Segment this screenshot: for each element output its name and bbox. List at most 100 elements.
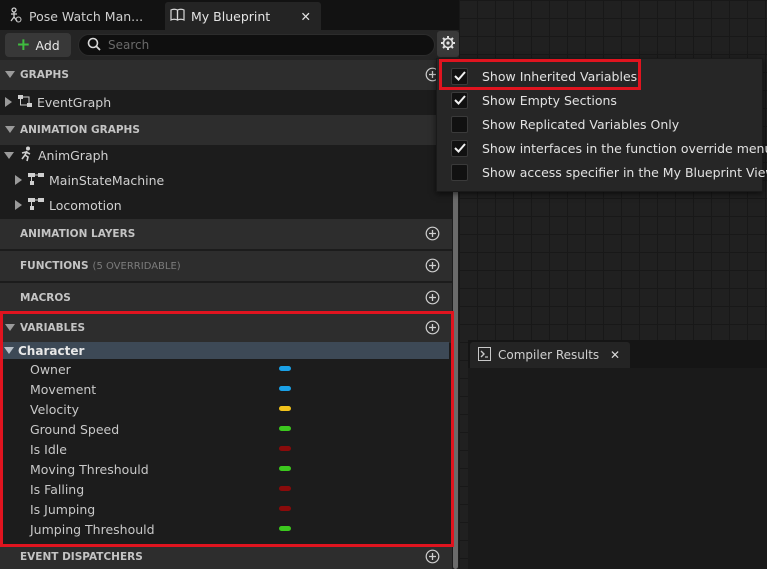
compiler-tabbar: Compiler Results ✕ [468, 340, 767, 368]
tree-item-label: EventGraph [37, 94, 112, 110]
section-label: MACROS [20, 292, 71, 304]
checkbox[interactable] [451, 164, 468, 181]
section-graphs[interactable]: GRAPHS [0, 60, 452, 90]
checkbox[interactable] [451, 92, 468, 109]
add-circle-icon[interactable] [425, 290, 440, 308]
variable-type-pill [279, 526, 291, 531]
collapse-triangle-icon [4, 344, 14, 358]
section-macros[interactable]: MACROS [0, 283, 452, 313]
close-icon[interactable]: ✕ [301, 9, 311, 24]
search-icon [87, 37, 101, 54]
checkmark-icon [453, 141, 466, 156]
checkbox[interactable] [451, 116, 468, 133]
section-label: ANIMATION LAYERS [20, 228, 136, 240]
variable-row[interactable]: Is Jumping [0, 499, 449, 519]
close-icon[interactable]: ✕ [610, 348, 620, 362]
tree-item-label: MainStateMachine [49, 172, 165, 188]
add-circle-icon[interactable] [425, 549, 440, 567]
scrollbar[interactable] [453, 185, 458, 569]
variable-type-pill [279, 446, 291, 451]
tab-compiler-results[interactable]: Compiler Results ✕ [470, 342, 630, 368]
expand-triangle-icon[interactable] [15, 173, 23, 188]
add-circle-icon[interactable] [425, 258, 440, 276]
expand-triangle-icon[interactable] [5, 95, 13, 110]
add-button[interactable]: + Add [5, 33, 71, 57]
variable-row[interactable]: Is Falling [0, 479, 449, 499]
collapse-triangle-icon[interactable] [4, 148, 14, 163]
collapse-triangle-icon [0, 126, 20, 134]
variable-row[interactable]: Is Idle [0, 439, 449, 459]
section-label: VARIABLES [20, 322, 86, 334]
search-box[interactable] [78, 34, 435, 56]
menu-item-show-replicated-variables-only[interactable]: Show Replicated Variables Only [437, 112, 762, 136]
variable-category-character[interactable]: Character [0, 342, 449, 359]
section-animation-graphs[interactable]: ANIMATION GRAPHS [0, 115, 452, 145]
tree-item-label: Locomotion [49, 197, 122, 213]
tab-my-blueprint[interactable]: My Blueprint ✕ [165, 2, 321, 30]
state-machine-icon [27, 197, 45, 214]
settings-button[interactable] [437, 31, 459, 57]
variable-row[interactable]: Ground Speed [0, 419, 449, 439]
checkmark-icon [453, 69, 466, 84]
running-figure-icon [18, 146, 34, 165]
variable-type-pill [279, 366, 291, 371]
my-blueprint-panel: Pose Watch Man... My Blueprint ✕ + Add S… [0, 0, 459, 569]
tree-item-locomotion[interactable]: Locomotion [15, 193, 122, 217]
menu-item-show-interfaces-override[interactable]: Show interfaces in the function override… [437, 136, 767, 160]
variable-row[interactable]: Owner [0, 359, 449, 379]
tab-label: My Blueprint [191, 8, 271, 24]
variable-type-pill [279, 406, 291, 411]
section-event-dispatchers[interactable]: EVENT DISPATCHERS [0, 545, 452, 569]
pose-watch-icon [6, 6, 22, 26]
tab-pose-watch-manager[interactable]: Pose Watch Man... [0, 2, 160, 30]
variable-name: Movement [30, 381, 97, 397]
checkbox[interactable] [451, 68, 468, 85]
compiler-results-panel: Compiler Results ✕ [468, 340, 767, 569]
tree-item-animgraph[interactable]: AnimGraph [4, 143, 108, 167]
search-input[interactable] [108, 38, 434, 52]
variable-name: Jumping Threshould [30, 521, 155, 537]
menu-item-label: Show Empty Sections [482, 92, 617, 108]
checkbox[interactable] [451, 140, 468, 157]
variable-name: Is Jumping [30, 501, 96, 517]
variable-row[interactable]: Movement [0, 379, 449, 399]
variable-name: Velocity [30, 401, 80, 417]
section-variables[interactable]: VARIABLES [0, 313, 452, 343]
variable-name: Moving Threshould [30, 461, 149, 477]
plus-icon: + [16, 34, 31, 55]
overridable-count: (5 OVERRIDABLE) [92, 260, 181, 272]
add-button-label: Add [35, 37, 60, 53]
add-circle-icon[interactable] [425, 226, 440, 244]
variable-type-pill [279, 426, 291, 431]
menu-item-label: Show access specifier in the My Blueprin… [482, 164, 767, 180]
expand-triangle-icon[interactable] [15, 198, 23, 213]
checkmark-icon [453, 93, 466, 108]
category-label: Character [18, 343, 85, 358]
variable-type-pill [279, 466, 291, 471]
section-label: FUNCTIONS [20, 260, 89, 272]
variable-type-pill [279, 386, 291, 391]
variable-type-pill [279, 506, 291, 511]
tree-item-mainstatemachine[interactable]: MainStateMachine [15, 168, 164, 192]
section-label: GRAPHS [20, 69, 69, 81]
section-animation-layers[interactable]: ANIMATION LAYERS [0, 219, 452, 249]
menu-item-show-access-specifier[interactable]: Show access specifier in the My Blueprin… [437, 160, 767, 184]
compiler-tab-label: Compiler Results [498, 348, 600, 362]
variable-name: Is Idle [30, 441, 67, 457]
view-options-menu: Show Inherited Variables Show Empty Sect… [436, 58, 767, 192]
tree-item-eventgraph[interactable]: EventGraph [5, 90, 111, 114]
variable-name: Owner [30, 361, 71, 377]
variable-row[interactable]: Jumping Threshould [0, 519, 449, 539]
toolbar: + Add [0, 30, 459, 60]
menu-item-show-inherited-variables[interactable]: Show Inherited Variables [437, 64, 762, 88]
menu-item-show-empty-sections[interactable]: Show Empty Sections [437, 88, 762, 112]
section-functions[interactable]: FUNCTIONS (5 OVERRIDABLE) [0, 251, 452, 281]
variable-row[interactable]: Moving Threshould [0, 459, 449, 479]
tab-label: Pose Watch Man... [29, 8, 144, 24]
variable-name: Ground Speed [30, 421, 120, 437]
event-graph-icon [17, 94, 33, 111]
tab-bar: Pose Watch Man... My Blueprint ✕ [0, 0, 459, 30]
compiler-log-icon [478, 346, 491, 364]
add-circle-icon[interactable] [425, 320, 440, 338]
variable-row[interactable]: Velocity [0, 399, 449, 419]
